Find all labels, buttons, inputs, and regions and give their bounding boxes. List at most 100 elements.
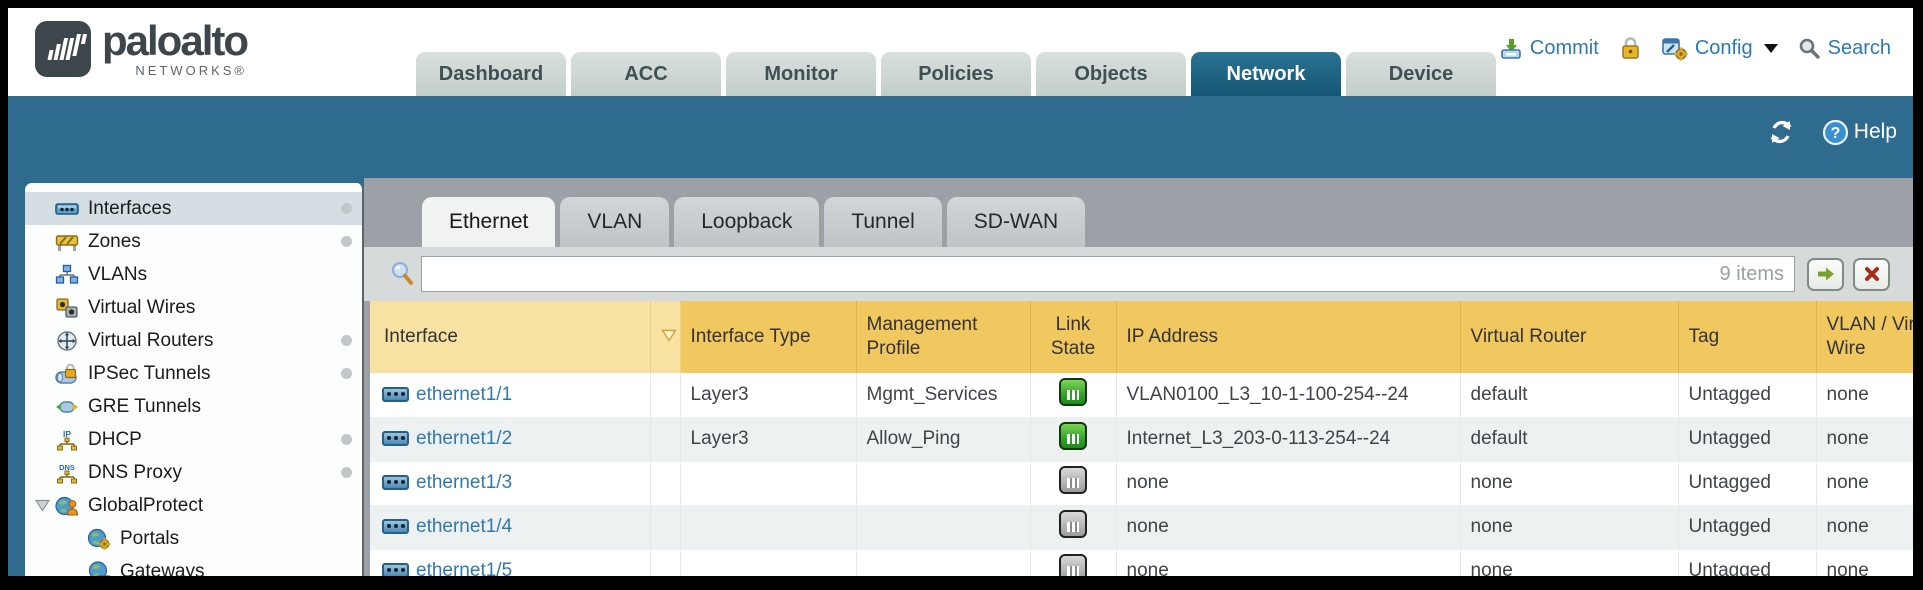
subtab-tunnel[interactable]: Tunnel xyxy=(824,197,941,247)
filter-input[interactable] xyxy=(422,257,1794,291)
item-indicator-dot xyxy=(341,434,352,445)
sidebar-item-zones[interactable]: Zones xyxy=(25,225,362,258)
tab-objects[interactable]: Objects xyxy=(1036,52,1186,96)
zones-icon xyxy=(55,231,79,253)
column-header-interface[interactable]: Interface xyxy=(370,301,650,373)
top-actions: Commit Config xyxy=(1499,36,1891,61)
sidebar-item-vlans[interactable]: VLANs xyxy=(25,258,362,291)
cell-ip-address: VLAN0100_L3_10-1-100-254--24 xyxy=(1116,373,1460,417)
interface-link[interactable]: ethernet1/3 xyxy=(416,472,512,493)
refresh-icon[interactable] xyxy=(1766,118,1796,146)
content-area: Interfaces Zones xyxy=(8,178,1913,576)
clear-filter-button[interactable] xyxy=(1853,258,1890,291)
subtab-ethernet[interactable]: Ethernet xyxy=(422,197,555,247)
cell-tag: Untagged xyxy=(1678,373,1816,417)
sidebar-item-virtual-wires[interactable]: Virtual Wires xyxy=(25,291,362,324)
interface-link[interactable]: ethernet1/1 xyxy=(416,384,512,405)
tab-device[interactable]: Device xyxy=(1346,52,1496,96)
cell-management-profile xyxy=(856,461,1030,505)
commit-label: Commit xyxy=(1530,37,1599,60)
cell-tag: Untagged xyxy=(1678,549,1816,576)
sidebar-item-label: Interfaces xyxy=(88,198,171,220)
interfaces-table: Interface Interface Type Management Prof… xyxy=(370,301,1913,576)
sidebar-item-label: Zones xyxy=(88,231,141,253)
sidebar-item-globalprotect[interactable]: GlobalProtect xyxy=(25,489,362,522)
sidebar-item-label: Virtual Routers xyxy=(88,330,213,352)
help-icon: ? xyxy=(1822,119,1849,146)
subtab-vlan[interactable]: VLAN xyxy=(560,197,669,247)
link-state-icon xyxy=(1059,378,1087,406)
sidebar-item-label: IPSec Tunnels xyxy=(88,363,211,385)
main-panel: Ethernet VLAN Loopback Tunnel SD-WAN 9 i… xyxy=(364,178,1913,576)
column-header-virtual-router[interactable]: Virtual Router xyxy=(1460,301,1678,373)
subtab-loopback[interactable]: Loopback xyxy=(674,197,819,247)
tab-network[interactable]: Network xyxy=(1191,52,1341,96)
cell-interface-type xyxy=(680,505,856,549)
column-sort-control[interactable] xyxy=(650,301,680,373)
config-button[interactable]: Config xyxy=(1662,36,1778,61)
apply-filter-button[interactable] xyxy=(1807,258,1844,291)
filter-field: 9 items xyxy=(421,256,1795,292)
table-row: ethernet1/5 none none Untagged none xyxy=(370,549,1913,576)
cell-management-profile xyxy=(856,549,1030,576)
expand-caret-icon[interactable] xyxy=(35,499,50,512)
column-header-tag[interactable]: Tag xyxy=(1678,301,1816,373)
tab-policies[interactable]: Policies xyxy=(881,52,1031,96)
brand-logo: paloalto NETWORKS® xyxy=(34,20,247,78)
utility-bar: ? Help xyxy=(8,96,1913,178)
sidebar-item-interfaces[interactable]: Interfaces xyxy=(25,192,362,225)
screenshot-frame: paloalto NETWORKS® Dashboard ACC Monitor… xyxy=(0,0,1923,590)
paloalto-logo-icon xyxy=(34,20,92,78)
interface-link[interactable]: ethernet1/5 xyxy=(416,560,512,576)
tab-dashboard[interactable]: Dashboard xyxy=(416,52,566,96)
cell-interface-type xyxy=(680,549,856,576)
interface-subtabs: Ethernet VLAN Loopback Tunnel SD-WAN xyxy=(364,178,1913,247)
tab-monitor[interactable]: Monitor xyxy=(726,52,876,96)
search-button[interactable]: Search xyxy=(1798,37,1891,60)
column-header-link-state[interactable]: Link State xyxy=(1030,301,1116,373)
sidebar-item-portals[interactable]: Portals xyxy=(25,522,362,555)
link-state-icon xyxy=(1059,466,1087,494)
config-caret-icon[interactable] xyxy=(1764,44,1778,53)
column-header-ip-address[interactable]: IP Address xyxy=(1116,301,1460,373)
sidebar-item-dns-proxy[interactable]: DNS DNS Proxy xyxy=(25,456,362,489)
link-state-icon xyxy=(1059,422,1087,450)
table-row: ethernet1/4 none none Untagged none xyxy=(370,505,1913,549)
tab-acc[interactable]: ACC xyxy=(571,52,721,96)
sidebar-item-dhcp[interactable]: IP DHCP xyxy=(25,423,362,456)
sidebar-item-gateways[interactable]: Gateways xyxy=(25,555,362,576)
vlans-icon xyxy=(55,264,79,286)
subtab-sdwan[interactable]: SD-WAN xyxy=(947,197,1085,247)
sidebar-item-label: GRE Tunnels xyxy=(88,396,201,418)
column-header-interface-type[interactable]: Interface Type xyxy=(680,301,856,373)
interface-link[interactable]: ethernet1/4 xyxy=(416,516,512,537)
sidebar-item-ipsec-tunnels[interactable]: IPSec Tunnels xyxy=(25,357,362,390)
help-button[interactable]: ? Help xyxy=(1822,119,1897,146)
commit-button[interactable]: Commit xyxy=(1499,37,1599,61)
table-row: ethernet1/3 none none Untagged none xyxy=(370,461,1913,505)
sidebar-item-label: DNS Proxy xyxy=(88,462,182,484)
ethernet-interface-icon xyxy=(382,475,409,490)
sidebar-item-label: Gateways xyxy=(120,561,204,577)
search-label: Search xyxy=(1828,37,1891,60)
sidebar-item-gre-tunnels[interactable]: GRE Tunnels xyxy=(25,390,362,423)
item-indicator-dot xyxy=(341,335,352,346)
filter-search-icon xyxy=(390,261,415,287)
gre-tunnels-icon xyxy=(55,396,79,418)
help-label: Help xyxy=(1854,120,1897,144)
green-arrow-icon xyxy=(1816,266,1836,282)
lock-icon[interactable] xyxy=(1619,36,1642,61)
cell-tag: Untagged xyxy=(1678,505,1816,549)
virtual-routers-icon xyxy=(55,330,79,352)
filter-toolbar: 9 items xyxy=(364,247,1913,301)
ethernet-interface-icon xyxy=(382,519,409,534)
column-header-management-profile[interactable]: Management Profile xyxy=(856,301,1030,373)
search-icon xyxy=(1798,37,1821,60)
commit-icon xyxy=(1499,37,1523,61)
link-state-icon xyxy=(1059,510,1087,538)
column-header-vlan-virtual-wire[interactable]: VLAN / Virtual Wire xyxy=(1816,301,1913,373)
sidebar-item-virtual-routers[interactable]: Virtual Routers xyxy=(25,324,362,357)
cell-management-profile: Allow_Ping xyxy=(856,417,1030,461)
cell-virtual-router: none xyxy=(1460,505,1678,549)
interface-link[interactable]: ethernet1/2 xyxy=(416,428,512,449)
